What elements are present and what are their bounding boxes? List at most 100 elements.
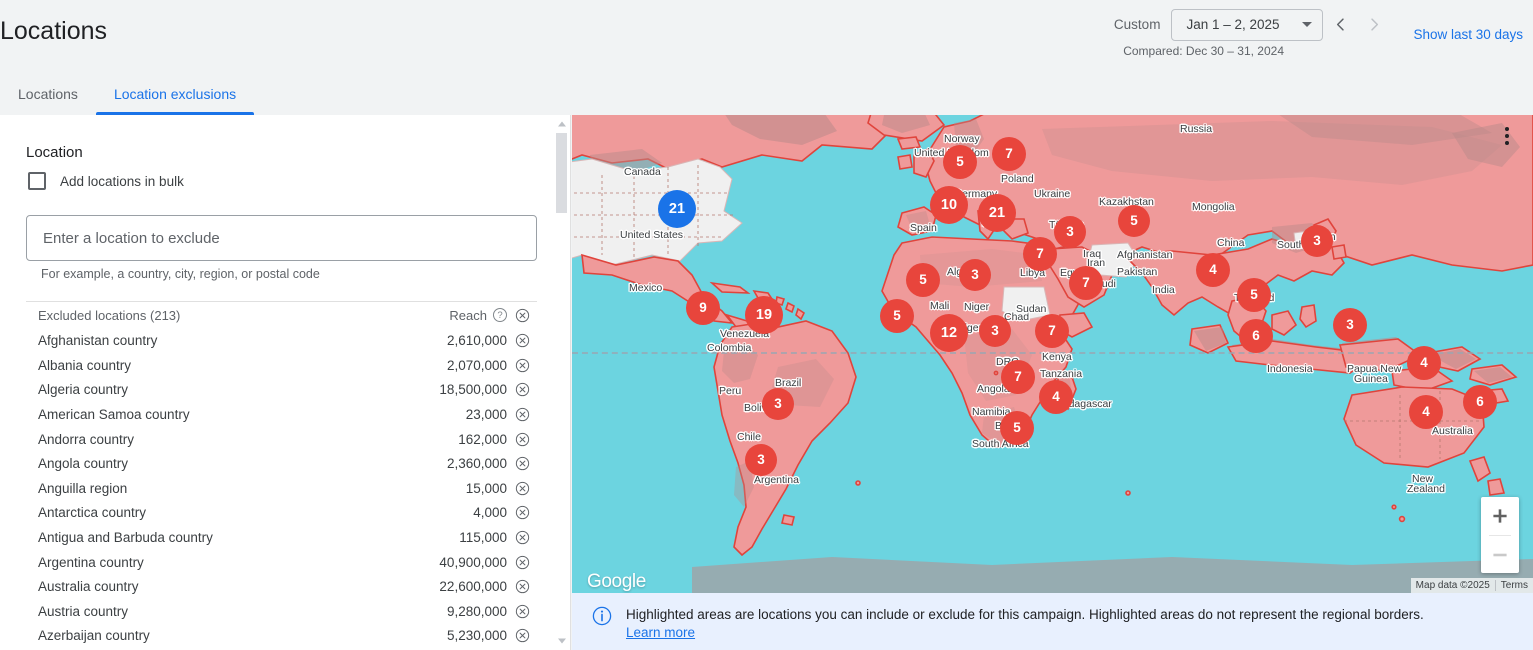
map-canvas[interactable]: .hl { fill:#ef9a9a; stroke:#e0443c; stro… bbox=[572, 115, 1533, 593]
map-cluster-marker[interactable]: 12 bbox=[930, 314, 968, 352]
chevron-down-icon bbox=[1302, 22, 1313, 27]
map-cluster-marker[interactable]: 6 bbox=[1463, 385, 1497, 419]
page-header: Locations Custom Jan 1 – 2, 2025 Show la… bbox=[0, 0, 1533, 76]
remove-circle-icon bbox=[515, 383, 529, 397]
help-icon[interactable]: ? bbox=[493, 308, 507, 322]
map-options-button[interactable] bbox=[1505, 127, 1509, 145]
map-cluster-marker[interactable]: 5 bbox=[1000, 411, 1034, 445]
remove-location-button[interactable] bbox=[507, 382, 537, 397]
remove-all-button[interactable] bbox=[507, 308, 537, 323]
map-cluster-marker[interactable]: 3 bbox=[1054, 216, 1086, 248]
location-reach: 22,600,000 bbox=[439, 579, 507, 595]
location-reach: 2,610,000 bbox=[446, 333, 507, 349]
map-cluster-marker[interactable]: 10 bbox=[930, 186, 968, 224]
date-range-value: Jan 1 – 2, 2025 bbox=[1186, 17, 1280, 32]
page-title: Locations bbox=[0, 17, 108, 45]
table-row: Antarctica country 4,000 bbox=[26, 501, 537, 526]
location-reach: 18,500,000 bbox=[439, 382, 507, 398]
show-last-30-days-link[interactable]: Show last 30 days bbox=[1413, 7, 1523, 42]
remove-location-button[interactable] bbox=[507, 333, 537, 348]
remove-location-button[interactable] bbox=[507, 579, 537, 594]
remove-circle-icon bbox=[515, 407, 529, 422]
zoom-out-button[interactable] bbox=[1481, 536, 1519, 574]
map-cluster-marker[interactable]: 3 bbox=[979, 315, 1011, 347]
tab-bar: Locations Location exclusions bbox=[0, 76, 1533, 115]
remove-location-button[interactable] bbox=[507, 432, 537, 447]
location-name: Antigua and Barbuda country bbox=[38, 530, 213, 546]
map-cluster-marker[interactable]: 3 bbox=[1333, 308, 1367, 342]
zoom-in-button[interactable] bbox=[1481, 497, 1519, 535]
remove-circle-icon bbox=[515, 457, 529, 471]
remove-location-button[interactable] bbox=[507, 481, 537, 496]
map-cluster-marker[interactable]: 5 bbox=[1237, 278, 1271, 312]
map-cluster-marker[interactable]: 7 bbox=[1023, 237, 1057, 271]
remove-circle-icon bbox=[515, 530, 529, 545]
scroll-up-arrow-icon[interactable] bbox=[557, 119, 567, 129]
world-map[interactable]: .hl { fill:#ef9a9a; stroke:#e0443c; stro… bbox=[572, 115, 1533, 650]
map-cluster-marker[interactable]: 4 bbox=[1407, 346, 1441, 380]
location-name: Andorra country bbox=[38, 431, 135, 447]
map-cluster-marker[interactable]: 6 bbox=[1239, 319, 1273, 353]
table-row: Andorra country 162,000 bbox=[26, 427, 537, 452]
map-cluster-marker[interactable]: 5 bbox=[906, 263, 940, 297]
more-vert-dot bbox=[1505, 141, 1509, 145]
map-cluster-marker[interactable]: 7 bbox=[1069, 266, 1103, 300]
location-reach: 23,000 bbox=[465, 407, 507, 423]
info-banner-text: Highlighted areas are locations you can … bbox=[626, 607, 1424, 622]
terms-link[interactable]: Terms bbox=[1496, 580, 1533, 591]
panel-scrollbar[interactable] bbox=[555, 115, 569, 650]
map-cluster-marker[interactable]: 21 bbox=[658, 190, 696, 228]
learn-more-link[interactable]: Learn more bbox=[626, 625, 695, 640]
add-locations-in-bulk-row[interactable]: Add locations in bulk bbox=[28, 172, 184, 190]
location-name: Austria country bbox=[38, 603, 129, 619]
location-reach: 162,000 bbox=[458, 431, 507, 447]
remove-location-button[interactable] bbox=[507, 628, 537, 643]
add-locations-in-bulk-checkbox[interactable] bbox=[28, 172, 46, 190]
remove-location-button[interactable] bbox=[507, 456, 537, 471]
location-name: American Samoa country bbox=[38, 407, 190, 423]
date-range-select[interactable]: Jan 1 – 2, 2025 bbox=[1171, 8, 1324, 41]
map-cluster-marker[interactable]: 7 bbox=[992, 137, 1026, 171]
map-cluster-marker[interactable]: 5 bbox=[880, 299, 914, 333]
table-header-row: Excluded locations (213) Reach ? bbox=[26, 302, 537, 329]
previous-period-button[interactable] bbox=[1323, 8, 1357, 42]
table-row: Afghanistan country 2,610,000 bbox=[26, 329, 537, 354]
table-row: Algeria country 18,500,000 bbox=[26, 378, 537, 403]
scroll-down-arrow-icon[interactable] bbox=[557, 636, 567, 646]
map-cluster-marker[interactable]: 19 bbox=[745, 296, 783, 334]
remove-location-button[interactable] bbox=[507, 505, 537, 520]
scrollbar-thumb[interactable] bbox=[556, 133, 567, 213]
location-reach: 2,360,000 bbox=[446, 456, 507, 472]
map-cluster-marker[interactable]: 7 bbox=[1035, 314, 1069, 348]
location-exclude-input[interactable] bbox=[26, 215, 537, 261]
map-cluster-marker[interactable]: 9 bbox=[686, 291, 720, 325]
remove-location-button[interactable] bbox=[507, 358, 537, 373]
map-cluster-marker[interactable]: 3 bbox=[1301, 225, 1333, 257]
map-cluster-marker[interactable]: 21 bbox=[978, 194, 1016, 232]
tab-location-exclusions-label: Location exclusions bbox=[113, 86, 237, 102]
map-cluster-marker[interactable]: 7 bbox=[1001, 360, 1035, 394]
next-period-button[interactable] bbox=[1357, 8, 1391, 42]
remove-location-button[interactable] bbox=[507, 604, 537, 619]
tab-locations[interactable]: Locations bbox=[0, 76, 96, 115]
more-vert-dot bbox=[1505, 134, 1509, 138]
map-cluster-marker[interactable]: 5 bbox=[943, 145, 977, 179]
map-cluster-marker[interactable]: 4 bbox=[1196, 253, 1230, 287]
map-cluster-marker[interactable]: 3 bbox=[762, 388, 794, 420]
map-cluster-marker[interactable]: 5 bbox=[1118, 205, 1150, 237]
map-cluster-marker[interactable]: 3 bbox=[745, 444, 777, 476]
add-locations-in-bulk-label: Add locations in bulk bbox=[60, 173, 184, 189]
map-cluster-marker[interactable]: 3 bbox=[959, 259, 991, 291]
remove-location-button[interactable] bbox=[507, 555, 537, 570]
map-cluster-marker[interactable]: 4 bbox=[1409, 395, 1443, 429]
remove-circle-icon bbox=[515, 506, 529, 520]
map-cluster-marker[interactable]: 4 bbox=[1039, 380, 1073, 414]
reach-column-header: Reach ? bbox=[449, 308, 507, 323]
table-row: Anguilla region 15,000 bbox=[26, 477, 537, 502]
chevron-right-icon bbox=[1371, 18, 1378, 31]
remove-location-button[interactable] bbox=[507, 407, 537, 422]
table-row: Antigua and Barbuda country 115,000 bbox=[26, 526, 537, 551]
tab-location-exclusions[interactable]: Location exclusions bbox=[95, 76, 255, 115]
remove-location-button[interactable] bbox=[507, 530, 537, 545]
chevron-left-icon bbox=[1336, 18, 1344, 31]
